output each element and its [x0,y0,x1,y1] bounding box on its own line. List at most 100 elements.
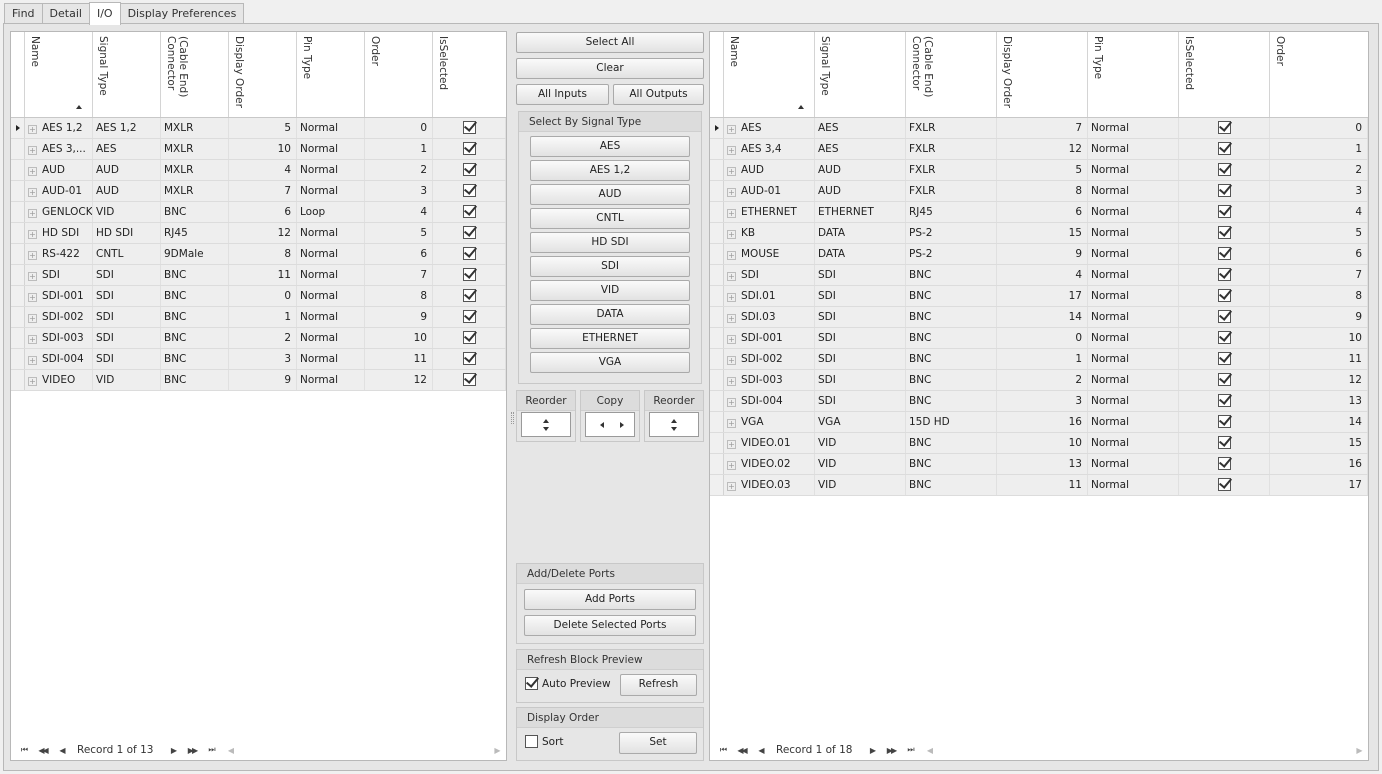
table-cell[interactable]: SDI [93,286,161,306]
table-cell[interactable]: + AES 3,4 [724,139,815,159]
row-indicator[interactable] [710,181,724,201]
row-indicator[interactable] [11,370,25,390]
isselected-cell[interactable] [1179,265,1270,285]
row-indicator[interactable] [710,475,724,495]
table-cell[interactable]: 2 [997,370,1088,390]
table-cell[interactable]: SDI [815,328,906,348]
table-cell[interactable]: BNC [906,265,997,285]
prev-page-icon[interactable]: ◀◀ [33,746,52,755]
prev-page-icon[interactable]: ◀◀ [732,746,751,755]
table-cell[interactable]: FXLR [906,181,997,201]
table-cell[interactable]: 1 [997,349,1088,369]
table-cell[interactable]: Normal [297,307,365,327]
set-button[interactable]: Set [619,732,697,754]
table-cell[interactable]: BNC [906,370,997,390]
table-cell[interactable]: AES [815,139,906,159]
table-cell[interactable]: 5 [365,223,433,243]
table-cell[interactable]: 0 [229,286,297,306]
table-row[interactable]: + VIDEO VID BNC 9 Normal 12 [11,370,506,391]
row-indicator[interactable] [11,181,25,201]
table-cell[interactable]: 8 [997,181,1088,201]
table-cell[interactable]: SDI [815,265,906,285]
row-indicator[interactable] [710,160,724,180]
table-cell[interactable]: SDI [93,265,161,285]
move-up-icon[interactable] [671,419,677,423]
table-cell[interactable]: + SDI [724,265,815,285]
col-header-signal-type[interactable]: Signal Type [815,32,906,117]
col-header-display-order[interactable]: Display Order [229,32,297,117]
outputs-grid[interactable]: Name Signal Type (Cable End) Connector D… [709,31,1369,761]
checkbox-checked-icon[interactable] [462,120,476,134]
checkbox-checked-icon[interactable] [1217,456,1231,470]
table-row[interactable]: + SDI-001 SDI BNC 0 Normal 10 [710,328,1368,349]
table-cell[interactable]: MXLR [161,139,229,159]
table-cell[interactable]: + SDI.01 [724,286,815,306]
checkbox-checked-icon[interactable] [462,204,476,218]
table-cell[interactable]: BNC [906,286,997,306]
row-indicator[interactable] [11,349,25,369]
expand-icon[interactable]: + [28,335,37,344]
expand-icon[interactable]: + [727,461,736,470]
table-cell[interactable]: BNC [906,307,997,327]
expand-icon[interactable]: + [727,125,736,134]
move-up-icon[interactable] [543,419,549,423]
expand-icon[interactable]: + [727,251,736,260]
table-cell[interactable]: VID [815,454,906,474]
table-row[interactable]: + ETHERNET ETHERNET RJ45 6 Normal 4 [710,202,1368,223]
table-cell[interactable]: 0 [1270,118,1368,138]
checkbox-checked-icon[interactable] [462,183,476,197]
table-cell[interactable]: + AUD-01 [25,181,93,201]
table-cell[interactable]: CNTL [93,244,161,264]
table-cell[interactable]: BNC [161,349,229,369]
row-indicator[interactable] [710,307,724,327]
table-row[interactable]: + SDI SDI BNC 11 Normal 7 [11,265,506,286]
isselected-cell[interactable] [1179,118,1270,138]
table-cell[interactable]: Normal [1088,370,1179,390]
signal-type-button[interactable]: AUD [530,184,690,205]
expand-icon[interactable]: + [28,125,37,134]
table-cell[interactable]: 10 [1270,328,1368,348]
table-cell[interactable]: VID [93,370,161,390]
table-cell[interactable]: AES 1,2 [93,118,161,138]
table-cell[interactable]: Normal [1088,433,1179,453]
table-cell[interactable]: 7 [1270,265,1368,285]
move-down-icon[interactable] [543,427,549,431]
table-cell[interactable]: + VIDEO.03 [724,475,815,495]
table-cell[interactable]: BNC [906,454,997,474]
table-row[interactable]: + AUD-01 AUD MXLR 7 Normal 3 [11,181,506,202]
row-indicator[interactable] [11,202,25,222]
col-header-order[interactable]: Order [1270,32,1368,117]
checkbox-checked-icon[interactable] [462,141,476,155]
row-indicator[interactable] [11,307,25,327]
table-cell[interactable]: HD SDI [93,223,161,243]
tab-find[interactable]: Find [4,3,43,24]
expand-icon[interactable]: + [28,167,37,176]
table-cell[interactable]: + GENLOCK [25,202,93,222]
table-cell[interactable]: 3 [997,391,1088,411]
table-row[interactable]: + SDI-004 SDI BNC 3 Normal 13 [710,391,1368,412]
isselected-cell[interactable] [1179,412,1270,432]
next-record-icon[interactable]: ▶ [862,746,881,755]
isselected-cell[interactable] [1179,433,1270,453]
isselected-cell[interactable] [1179,223,1270,243]
table-row[interactable]: + AES AES FXLR 7 Normal 0 [710,118,1368,139]
table-cell[interactable]: AUD [815,160,906,180]
row-indicator[interactable] [11,265,25,285]
isselected-cell[interactable] [433,118,506,138]
isselected-cell[interactable] [1179,328,1270,348]
table-cell[interactable]: 11 [1270,349,1368,369]
table-cell[interactable]: Normal [1088,307,1179,327]
table-cell[interactable]: FXLR [906,139,997,159]
table-cell[interactable]: 12 [997,139,1088,159]
delete-selected-ports-button[interactable]: Delete Selected Ports [524,615,696,636]
checkbox-checked-icon[interactable] [462,288,476,302]
row-indicator[interactable] [710,286,724,306]
first-record-icon[interactable]: ⏮ [14,745,33,755]
auto-preview-checkbox[interactable] [525,677,538,690]
table-row[interactable]: + SDI-001 SDI BNC 0 Normal 8 [11,286,506,307]
table-cell[interactable]: Normal [1088,328,1179,348]
table-cell[interactable]: Normal [297,349,365,369]
table-cell[interactable]: BNC [161,265,229,285]
col-header-pin-type[interactable]: Pin Type [1088,32,1179,117]
row-indicator[interactable] [710,265,724,285]
